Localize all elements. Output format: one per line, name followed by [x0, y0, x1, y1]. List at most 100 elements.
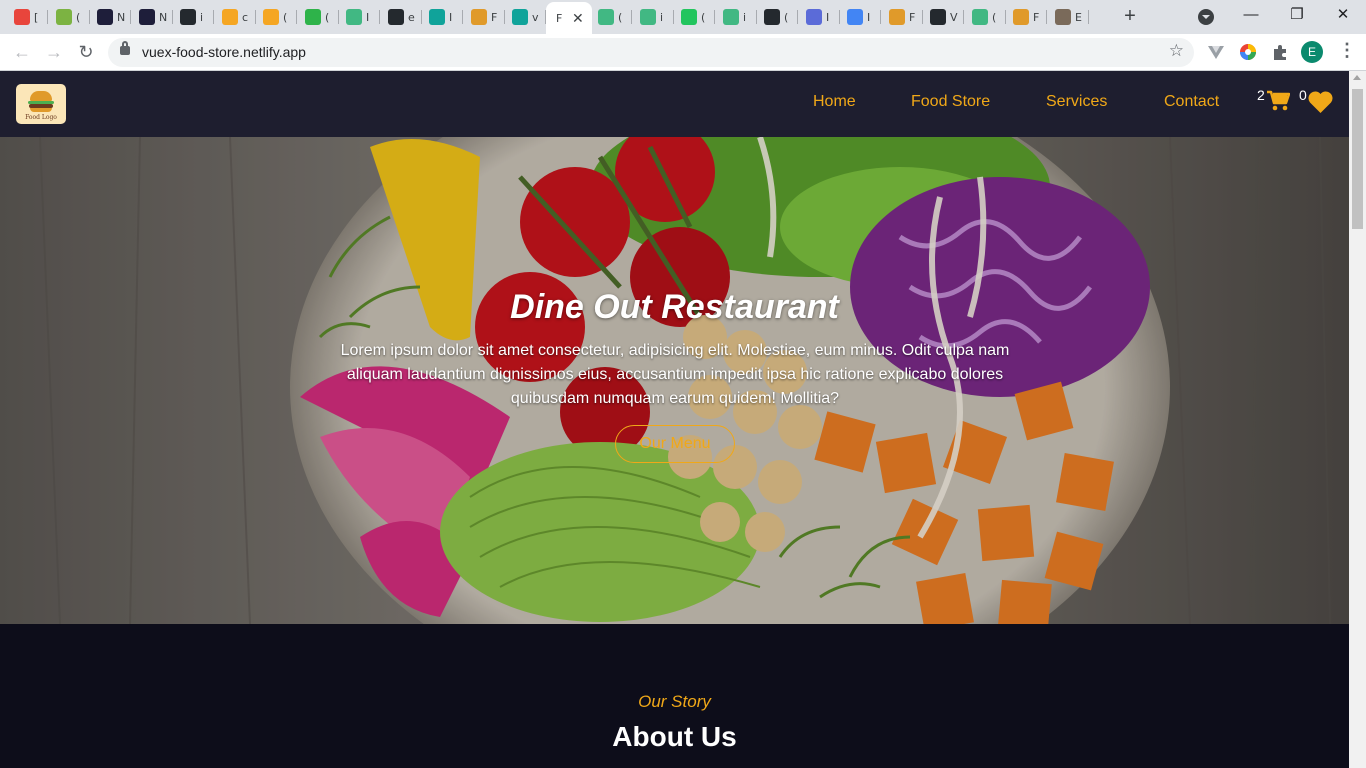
x-logo-icon [14, 9, 30, 25]
profile-avatar[interactable]: E [1301, 41, 1323, 63]
tab-title: c [242, 10, 249, 24]
tab[interactable]: V [924, 5, 964, 29]
bookmark-star-icon[interactable]: ☆ [1169, 41, 1184, 61]
scroll-thumb[interactable] [1352, 89, 1363, 229]
burger-icon [1013, 9, 1029, 25]
minimize-button[interactable]: — [1228, 4, 1274, 28]
tab-title: e [408, 10, 415, 24]
tab-title: I [449, 10, 453, 24]
page-viewport: Food Logo Home Food Store Services Conta… [0, 71, 1349, 768]
diamond-icon [429, 9, 445, 25]
tab-title: v [532, 10, 539, 24]
logo-caption: Food Logo [25, 114, 57, 121]
tab[interactable]: ( [966, 5, 1006, 29]
cart-count-badge: 2 [1257, 87, 1265, 103]
omnibox[interactable]: vuex-food-store.netlify.app ☆ [108, 38, 1194, 67]
heart-icon[interactable] [1307, 90, 1334, 114]
tab[interactable]: E [1049, 5, 1089, 29]
tab[interactable]: ( [758, 5, 798, 29]
about-subtitle: Our Story [638, 692, 711, 711]
tab-title: ( [76, 10, 81, 24]
tab-title: F [909, 10, 916, 24]
tab[interactable]: I [841, 5, 881, 29]
tab-close-icon[interactable]: ✕ [572, 10, 584, 27]
cart-icon[interactable] [1266, 90, 1290, 112]
maximize-button[interactable]: ❐ [1274, 4, 1320, 28]
tab-title: [ [34, 10, 39, 24]
vue-icon [723, 9, 739, 25]
tab-title: N [159, 10, 168, 24]
tab[interactable]: i [717, 5, 757, 29]
extensions-puzzle-icon[interactable] [1271, 43, 1289, 61]
about-section: Our Story About Us [0, 624, 1349, 768]
reload-button[interactable]: ↻ [74, 41, 98, 63]
tab[interactable]: i [634, 5, 674, 29]
lock-icon[interactable] [120, 41, 130, 55]
tab-title: ( [992, 10, 997, 24]
back-button[interactable]: ← [10, 41, 34, 63]
tab[interactable]: ( [257, 5, 297, 29]
tab[interactable]: ( [299, 5, 339, 29]
tab[interactable]: I [423, 5, 463, 29]
tab[interactable]: F [1007, 5, 1047, 29]
hero-content: Dine Out Restaurant Lorem ipsum dolor si… [0, 137, 1349, 624]
color-picker-extension-icon[interactable] [1239, 43, 1257, 61]
tab[interactable]: ( [50, 5, 90, 29]
vue-icon [346, 9, 362, 25]
nav-link-home[interactable]: Home [813, 93, 856, 111]
site-logo[interactable]: Food Logo [16, 84, 66, 124]
tab-active[interactable]: F ✕ [546, 2, 592, 34]
rc-badge-icon [681, 9, 697, 25]
tab[interactable]: I [340, 5, 380, 29]
vue-devtools-extension-icon[interactable] [1207, 43, 1225, 61]
hero-description: Lorem ipsum dolor sit amet consectetur, … [340, 342, 1010, 407]
tab-title: E [1075, 10, 1082, 24]
dev-logo-icon [97, 9, 113, 25]
tab[interactable]: I [800, 5, 840, 29]
tab[interactable]: F [465, 5, 505, 29]
browser-menu-icon[interactable]: ⋮ [1338, 40, 1356, 61]
tab-title: I [867, 10, 871, 24]
tab[interactable]: ( [592, 5, 632, 29]
url-text[interactable]: vuex-food-store.netlify.app [142, 44, 306, 60]
nav-link-food-store[interactable]: Food Store [911, 93, 990, 111]
vue-icon [972, 9, 988, 25]
nav-link-services[interactable]: Services [1046, 93, 1107, 111]
tab-title: I [826, 10, 830, 24]
mojo-icon [806, 9, 822, 25]
n-badge-icon [305, 9, 321, 25]
diamond-icon [512, 9, 528, 25]
vue-icon [640, 9, 656, 25]
tab[interactable]: [ [8, 5, 48, 29]
google-icon [847, 9, 863, 25]
github-icon [180, 9, 196, 25]
tab[interactable]: ( [675, 5, 715, 29]
github-icon [388, 9, 404, 25]
burger-icon [30, 91, 52, 101]
tab[interactable]: F [883, 5, 923, 29]
tab-title: F [1033, 10, 1040, 24]
page-scrollbar[interactable] [1349, 71, 1366, 768]
tab[interactable]: i [174, 5, 214, 29]
tab[interactable]: e [382, 5, 422, 29]
address-bar: ← → ↻ vuex-food-store.netlify.app ☆ E ⋮ [0, 34, 1366, 71]
photo-icon [1055, 9, 1071, 25]
tab-title: ( [283, 10, 288, 24]
tab-title: i [660, 10, 664, 24]
window-close-button[interactable]: ✕ [1320, 4, 1366, 28]
burger-icon [889, 9, 905, 25]
tab[interactable]: v [506, 5, 546, 29]
tab[interactable]: c [216, 5, 256, 29]
our-menu-button[interactable]: Our Menu [615, 425, 735, 463]
tab-search-icon[interactable] [1198, 9, 1214, 25]
new-tab-button[interactable]: + [1118, 6, 1142, 28]
tab[interactable]: N [133, 5, 173, 29]
github-icon [764, 9, 780, 25]
scroll-up-arrow-icon[interactable] [1353, 75, 1361, 80]
nav-link-contact[interactable]: Contact [1164, 93, 1219, 111]
tab-strip: [(N Ni c((Ie I Fv F ✕(i(i(I I F V(F E + — ❐ ✕ [0, 0, 1366, 34]
dev-logo-icon [139, 9, 155, 25]
tab[interactable]: N [91, 5, 131, 29]
tab-title: i [743, 10, 747, 24]
forward-button[interactable]: → [42, 41, 66, 63]
